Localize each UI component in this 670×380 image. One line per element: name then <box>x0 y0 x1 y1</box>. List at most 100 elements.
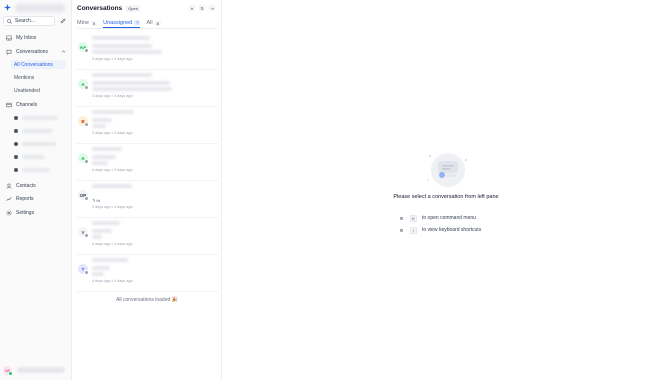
channel-icon <box>14 129 18 133</box>
sidebar-item-contacts[interactable]: Contacts <box>3 181 69 190</box>
timestamp: 3 days ago • 3 days ago <box>92 131 133 135</box>
avatar: B <box>78 116 89 127</box>
tab-label: All <box>146 20 153 26</box>
inbox-name <box>92 81 170 85</box>
status-filter-badge[interactable]: Open <box>126 5 140 12</box>
avatar: AA <box>78 42 89 53</box>
tab-all[interactable]: All 8 <box>146 18 161 28</box>
sidebar-item-all-conversations[interactable]: All Conversations <box>11 60 66 69</box>
channel-icon <box>14 155 18 159</box>
conversations-heading: Conversations <box>77 5 123 12</box>
message-snippet: ↰ hi <box>92 198 100 203</box>
user-profile-menu[interactable]: VA <box>3 364 69 376</box>
shortcut-keyboard-shortcuts: ⌘ / to view keyboard shortcuts <box>398 226 481 234</box>
inbox-name <box>92 118 112 122</box>
sort-icon[interactable]: ⇅ <box>199 5 205 11</box>
command-key-icon: ⌘ <box>399 227 404 233</box>
channel-item[interactable] <box>14 115 64 121</box>
conversation-list-item[interactable]: A3 days ago • 3 days ago <box>76 70 218 107</box>
chat-bubble-icon <box>6 49 12 55</box>
command-key-icon: ⌘ <box>399 215 404 221</box>
sidebar-item-mentions[interactable]: Mentions <box>11 73 66 82</box>
avatar: T <box>78 264 89 275</box>
conversation-list-item[interactable]: T4 days ago • 4 days ago <box>76 255 218 292</box>
contact-name <box>92 184 132 188</box>
user-name <box>17 367 65 373</box>
message-preview <box>92 87 172 91</box>
search-icon <box>7 18 12 24</box>
chatwoot-logo-icon[interactable] <box>4 4 11 11</box>
timestamp: 4 days ago • 4 days ago <box>92 205 133 209</box>
inbox-icon <box>6 35 12 40</box>
message-preview <box>92 50 162 54</box>
inbox-name <box>92 229 112 233</box>
all-loaded-message: All conversations loaded 🎉 <box>116 297 178 303</box>
conversation-tabs: Mine 0 Unassigned 7 All 8 <box>77 18 217 29</box>
message-preview <box>92 124 106 128</box>
chevron-up-icon[interactable] <box>61 49 66 54</box>
channel-item[interactable] <box>14 167 64 173</box>
collapse-panel-icon[interactable]: ⇥ <box>209 5 215 11</box>
contact-name <box>92 258 128 262</box>
sidebar-item-label: Channels <box>16 101 38 108</box>
timestamp: 3 days ago • 3 days ago <box>92 94 133 98</box>
sidebar-item-my-inbox[interactable]: My Inbox <box>3 33 69 42</box>
sidebar-item-label: My Inbox <box>16 34 37 41</box>
conversation-list-item[interactable]: AA 3 days ago • 3 days ago <box>76 33 218 70</box>
timestamp: 3 days ago • 3 days ago <box>92 57 133 61</box>
empty-state-illustration <box>427 153 467 187</box>
empty-state-message: Please select a conversation from left p… <box>393 194 499 200</box>
conversation-detail-pane: Please select a conversation from left p… <box>222 0 670 380</box>
reports-icon <box>6 196 12 201</box>
avatar: VA <box>3 365 13 376</box>
search-placeholder: Search... <box>15 18 36 24</box>
tab-mine[interactable]: Mine 0 <box>77 18 98 28</box>
inbox-name <box>92 266 110 270</box>
sidebar-item-unattended[interactable]: Unattended <box>11 86 66 95</box>
search-input[interactable]: Search... <box>3 16 55 26</box>
message-preview <box>92 161 108 165</box>
tab-count: 0 <box>90 20 98 26</box>
shortcut-label: to view keyboard shortcuts <box>422 227 482 233</box>
tab-unassigned[interactable]: Unassigned 7 <box>103 18 141 28</box>
sidebar-item-conversations[interactable]: Conversations <box>3 47 69 56</box>
shortcut-command-menu: ⌘ K to open command menu <box>398 214 476 222</box>
gear-icon <box>6 210 12 215</box>
channel-item[interactable] <box>14 154 64 160</box>
shortcut-key: K <box>410 214 417 222</box>
conversation-list-item[interactable]: OR ↰ hi 4 days ago • 4 days ago <box>76 181 218 218</box>
conversation-list-item[interactable]: A4 days ago • 3 days ago <box>76 144 218 181</box>
contacts-icon <box>6 183 12 188</box>
page-title: Conversations Open <box>77 5 140 12</box>
conversation-list-item[interactable]: B3 days ago • 3 days ago <box>76 107 218 144</box>
sidebar-item-settings[interactable]: Settings <box>3 208 69 217</box>
channels-icon <box>6 102 12 107</box>
avatar: A <box>78 153 89 164</box>
filter-icon[interactable]: ▾ <box>189 5 195 11</box>
sidebar-item-reports[interactable]: Reports <box>3 194 69 203</box>
contact-name <box>92 73 152 77</box>
compose-icon[interactable] <box>60 18 66 24</box>
timestamp: 4 days ago • 3 days ago <box>92 168 133 172</box>
timestamp: 4 days ago • 4 days ago <box>92 279 133 283</box>
shortcut-label: to open command menu <box>422 215 476 221</box>
sidebar-item-label: Reports <box>16 195 34 202</box>
account-switcher[interactable] <box>15 4 65 12</box>
conversation-list-item[interactable]: V4 days ago • 4 days ago <box>76 218 218 255</box>
sidebar-item-channels[interactable]: Channels <box>3 100 69 109</box>
contact-name <box>92 221 120 225</box>
conversation-list-panel: Conversations Open ▾ ⇅ ⇥ Mine 0 Unassign… <box>72 0 222 380</box>
sidebar: Search... My Inbox Conversations All Con… <box>0 0 72 380</box>
channel-item[interactable] <box>14 141 64 147</box>
sidebar-item-label: Settings <box>16 209 35 216</box>
tab-count: 8 <box>154 20 161 26</box>
contact-name <box>92 110 134 114</box>
tab-count: 7 <box>134 20 141 25</box>
message-preview <box>92 272 104 276</box>
channel-icon <box>14 116 18 120</box>
contact-name <box>92 147 122 151</box>
tab-label: Unassigned <box>103 19 133 26</box>
channel-item[interactable] <box>14 128 64 134</box>
shortcut-key: / <box>410 226 417 234</box>
channel-icon <box>14 168 18 172</box>
